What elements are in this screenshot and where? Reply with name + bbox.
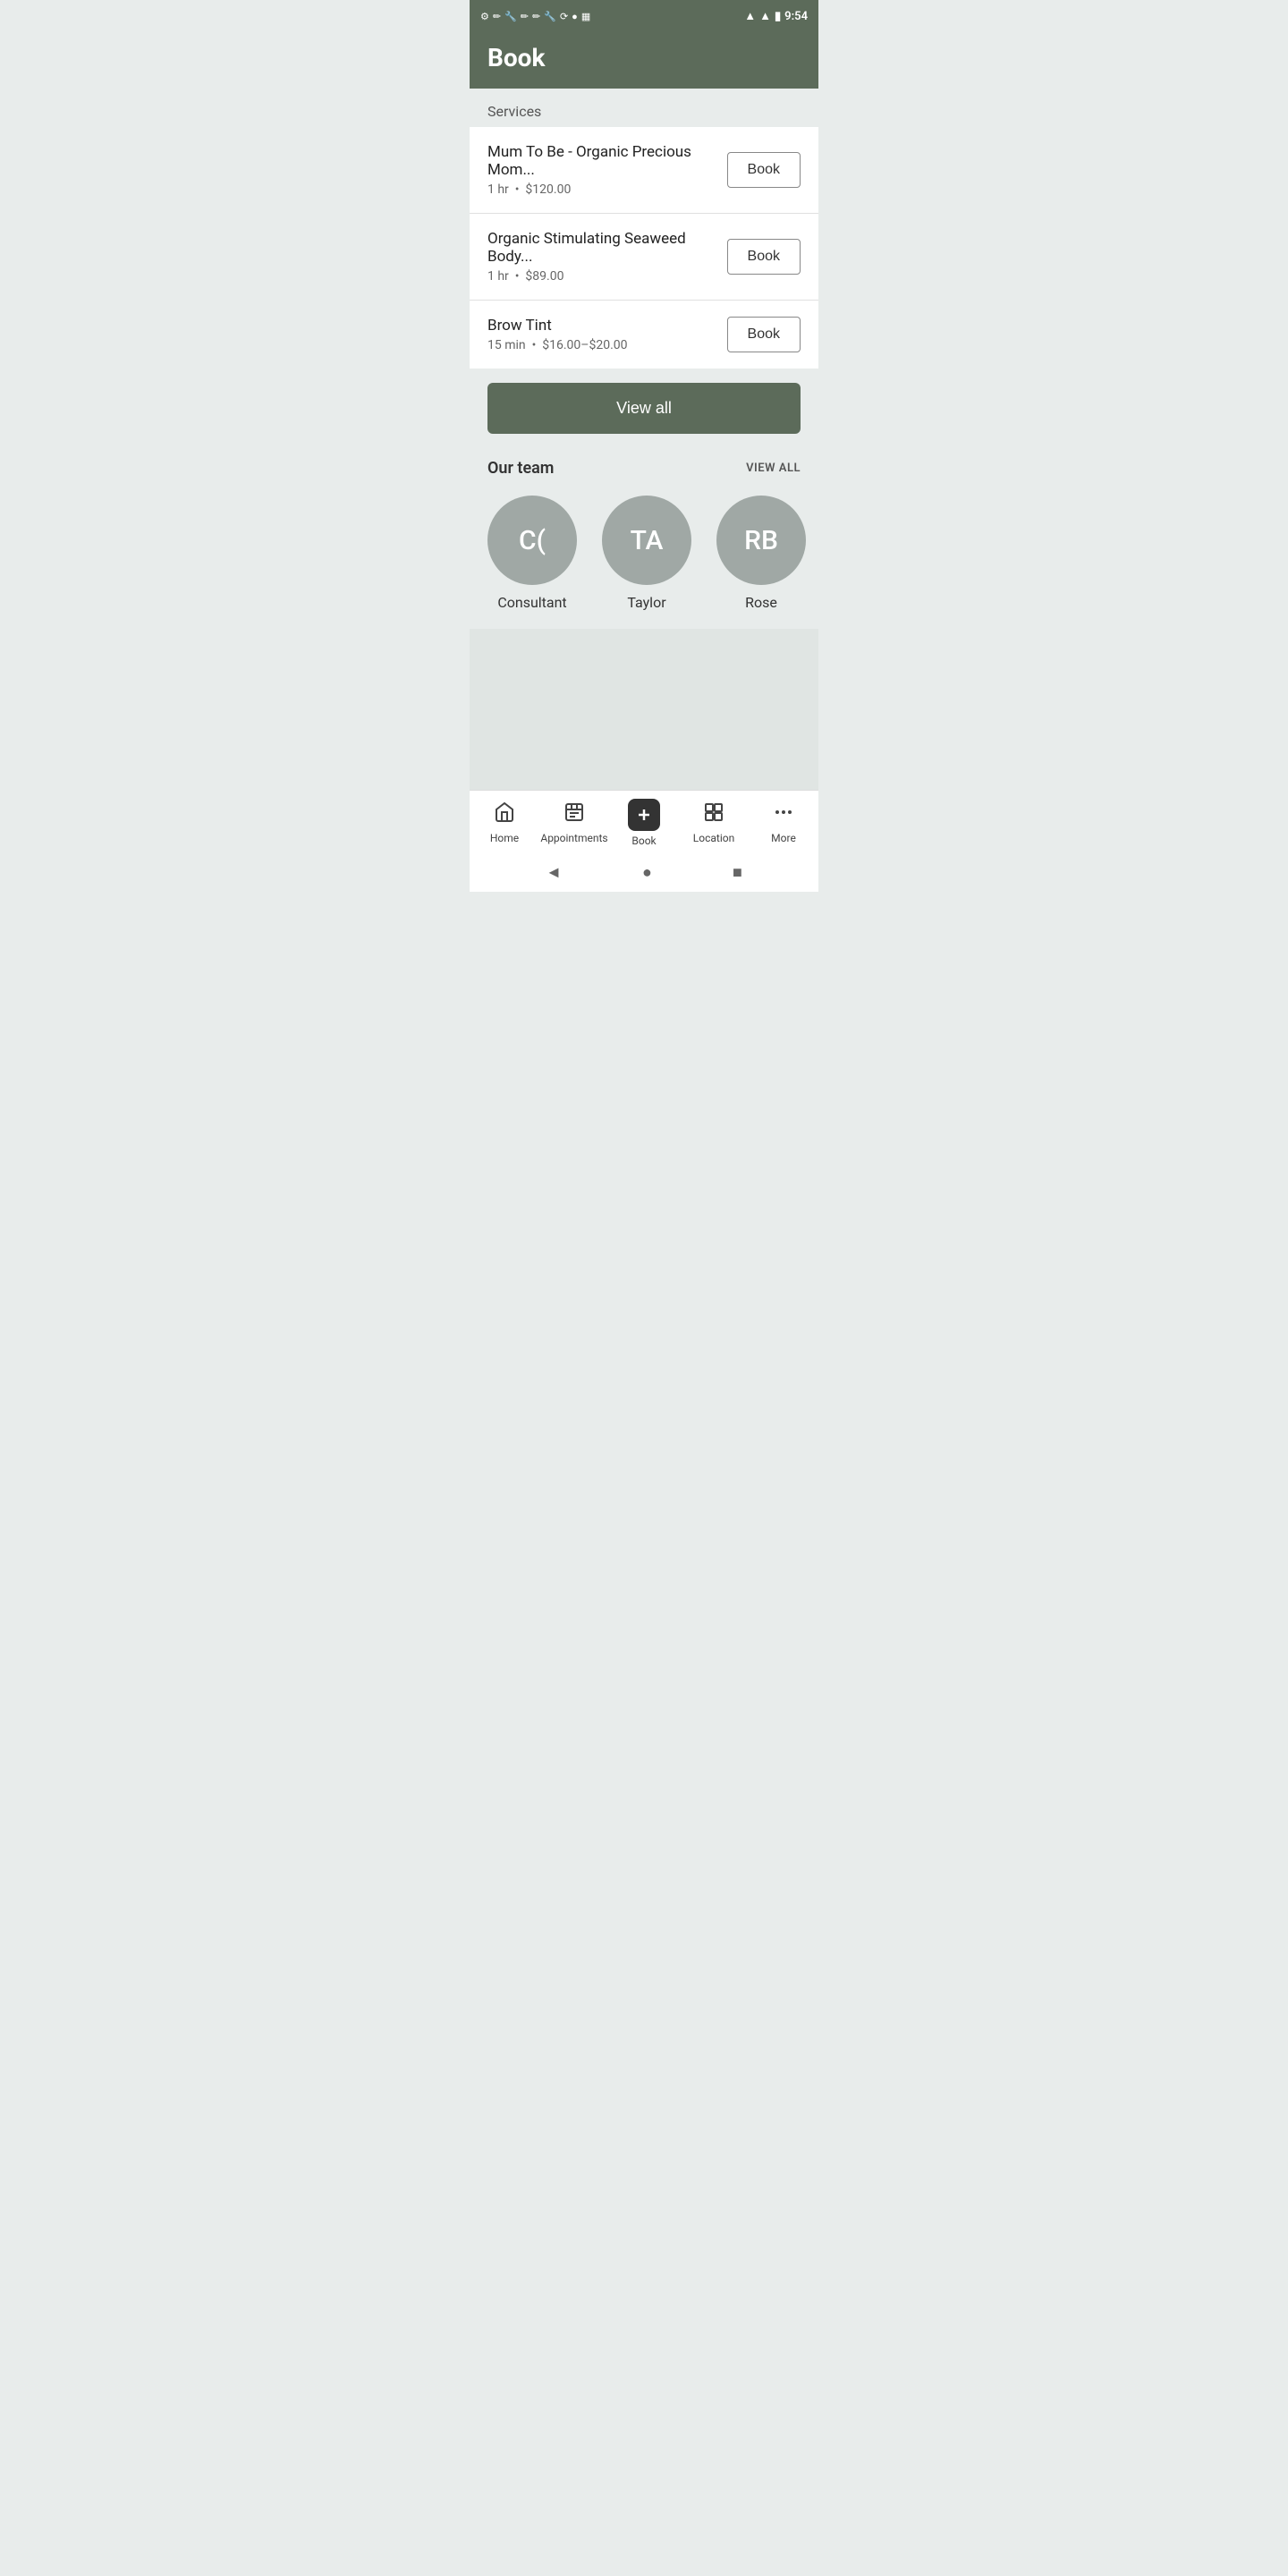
- services-section-label: Services: [487, 103, 541, 120]
- service-name-2: Organic Stimulating Seaweed Body...: [487, 230, 716, 266]
- team-member-consultant[interactable]: C( Consultant: [487, 496, 577, 611]
- service-duration-3: 15 min: [487, 338, 526, 352]
- team-header: Our team VIEW ALL: [487, 459, 801, 478]
- wrench-icon-2: 🔧: [544, 11, 556, 22]
- nav-item-home[interactable]: Home: [470, 801, 539, 844]
- wrench-icon: 🔧: [504, 11, 517, 22]
- service-price-2: $89.00: [525, 269, 564, 284]
- team-member-taylor[interactable]: TA Taylor: [602, 496, 691, 611]
- nav-item-location[interactable]: Location: [679, 801, 749, 844]
- nav-label-location: Location: [693, 832, 734, 844]
- avatar-taylor: TA: [602, 496, 691, 585]
- avatar-consultant: C(: [487, 496, 577, 585]
- view-all-container: View all: [470, 369, 818, 448]
- service-details-2: 1 hr • $89.00: [487, 269, 716, 284]
- home-icon: [494, 801, 515, 828]
- book-button-3[interactable]: Book: [727, 317, 801, 352]
- nav-label-home: Home: [490, 832, 519, 844]
- service-duration-2: 1 hr: [487, 269, 509, 284]
- service-info-3: Brow Tint 15 min • $16.00–$20.00: [487, 317, 727, 352]
- avatar-initials-rose: RB: [744, 525, 778, 556]
- service-price-1: $120.00: [525, 182, 571, 197]
- service-item-3: Brow Tint 15 min • $16.00–$20.00 Book: [470, 301, 818, 369]
- battery-icon: ▮: [775, 10, 781, 23]
- circle-icon: ●: [572, 11, 578, 22]
- service-info-1: Mum To Be - Organic Precious Mom... 1 hr…: [487, 143, 727, 197]
- nav-label-appointments: Appointments: [540, 832, 607, 844]
- team-section: Our team VIEW ALL C( Consultant TA Taylo…: [470, 448, 818, 629]
- sim-icon: ▦: [581, 11, 590, 22]
- service-name-3: Brow Tint: [487, 317, 716, 335]
- nav-label-book: Book: [631, 835, 656, 847]
- service-price-3: $16.00–$20.00: [542, 338, 627, 352]
- content-area: [470, 629, 818, 790]
- book-button-1[interactable]: Book: [727, 152, 801, 188]
- page-header: Book: [470, 32, 818, 89]
- team-view-all-link[interactable]: VIEW ALL: [746, 462, 801, 475]
- nav-item-more[interactable]: More: [749, 801, 818, 844]
- team-member-rose[interactable]: RB Rose: [716, 496, 806, 611]
- status-icons-left: ⚙ ✏ 🔧 ✏ ✏ 🔧 ⟳ ● ▦: [480, 11, 590, 22]
- member-name-taylor: Taylor: [627, 594, 665, 611]
- view-all-button[interactable]: View all: [487, 383, 801, 434]
- avatar-initials-consultant: C(: [519, 525, 546, 556]
- time-display: 9:54: [784, 10, 808, 23]
- service-details-1: 1 hr • $120.00: [487, 182, 716, 197]
- status-bar: ⚙ ✏ 🔧 ✏ ✏ 🔧 ⟳ ● ▦ ▲ ▲ ▮ 9:54: [470, 0, 818, 32]
- edit-icon-1: ✏: [493, 11, 501, 22]
- wifi-icon: ▲: [744, 9, 756, 23]
- home-button[interactable]: ●: [642, 863, 652, 882]
- service-name-1: Mum To Be - Organic Precious Mom...: [487, 143, 716, 179]
- edit-icon-2: ✏: [521, 11, 529, 22]
- team-section-title: Our team: [487, 459, 554, 478]
- team-members-list: C( Consultant TA Taylor RB Rose: [487, 496, 801, 629]
- location-icon: [703, 801, 724, 828]
- gear-icon: ⚙: [480, 11, 489, 22]
- nav-item-appointments[interactable]: Appointments: [539, 801, 609, 844]
- android-nav-bar: ◄ ● ■: [470, 852, 818, 892]
- services-section-header: Services: [470, 89, 818, 127]
- recents-button[interactable]: ■: [733, 863, 742, 882]
- edit-icon-3: ✏: [532, 11, 540, 22]
- service-info-2: Organic Stimulating Seaweed Body... 1 hr…: [487, 230, 727, 284]
- nav-label-more: More: [771, 832, 796, 844]
- bottom-navigation: Home Appointments Book: [470, 790, 818, 852]
- member-name-consultant: Consultant: [497, 594, 566, 611]
- service-duration-1: 1 hr: [487, 182, 509, 197]
- appointments-icon: [564, 801, 585, 828]
- avatar-initials-taylor: TA: [631, 525, 664, 556]
- status-icons-right: ▲ ▲ ▮ 9:54: [744, 9, 808, 23]
- nav-item-book[interactable]: Book: [609, 799, 679, 847]
- service-item-2: Organic Stimulating Seaweed Body... 1 hr…: [470, 214, 818, 301]
- signal-icon: ▲: [759, 9, 771, 23]
- page-title: Book: [487, 43, 801, 72]
- service-item-1: Mum To Be - Organic Precious Mom... 1 hr…: [470, 127, 818, 214]
- more-icon: [773, 801, 794, 828]
- avatar-rose: RB: [716, 496, 806, 585]
- book-center-icon: [628, 799, 660, 831]
- services-list: Mum To Be - Organic Precious Mom... 1 hr…: [470, 127, 818, 369]
- back-button[interactable]: ◄: [546, 863, 562, 882]
- service-details-3: 15 min • $16.00–$20.00: [487, 338, 716, 352]
- book-button-2[interactable]: Book: [727, 239, 801, 275]
- refresh-icon: ⟳: [560, 11, 568, 22]
- member-name-rose: Rose: [745, 594, 777, 611]
